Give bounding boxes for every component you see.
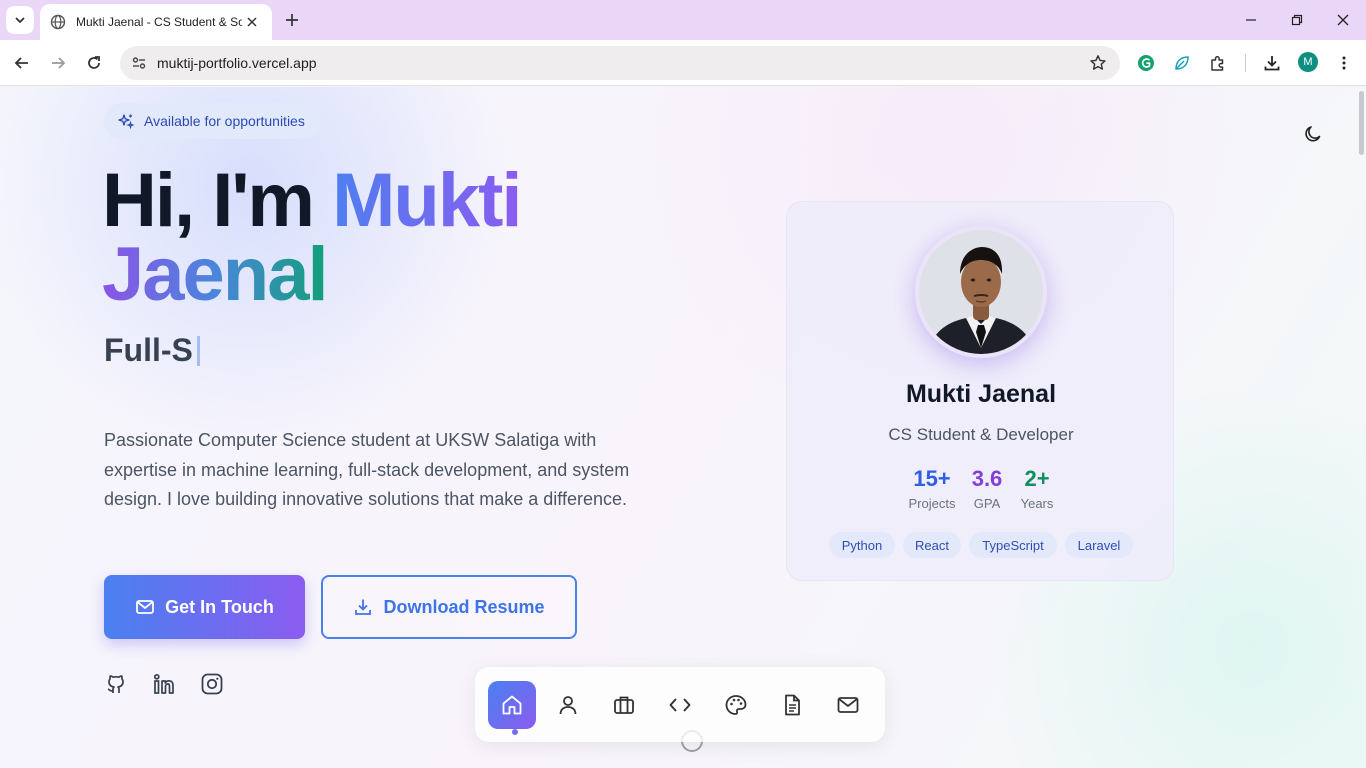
typing-caret — [196, 335, 200, 366]
site-info-icon[interactable] — [128, 52, 150, 74]
sparkles-icon — [118, 114, 134, 129]
profile-card: Mukti Jaenal CS Student & Developer 15+ … — [786, 201, 1174, 581]
extensions-puzzle-icon[interactable] — [1206, 51, 1230, 75]
card-role: CS Student & Developer — [888, 425, 1074, 444]
browser-toolbar: muktij-portfolio.vercel.app M — [0, 40, 1366, 86]
minimize-icon — [1246, 19, 1256, 21]
stat-label: Years — [1020, 496, 1054, 511]
github-link[interactable] — [103, 671, 129, 697]
bottom-nav-dock — [475, 667, 885, 742]
downloads-icon[interactable] — [1260, 51, 1284, 75]
get-in-touch-label: Get In Touch — [165, 596, 274, 617]
tab-title: Mukti Jaenal - CS Student & Software Dev… — [76, 15, 243, 29]
extension-leaf-icon[interactable] — [1170, 51, 1194, 75]
availability-text: Available for opportunities — [144, 113, 305, 129]
nav-home[interactable] — [488, 681, 536, 729]
reload-button[interactable] — [80, 49, 108, 77]
close-window-button[interactable] — [1320, 0, 1366, 40]
nav-projects[interactable] — [656, 681, 704, 729]
download-icon — [355, 599, 372, 615]
tab-search-button[interactable] — [6, 6, 34, 34]
hero-first-name: Mukti — [332, 158, 522, 243]
nav-contact[interactable] — [824, 681, 872, 729]
close-tab-icon[interactable] — [242, 12, 262, 32]
address-bar[interactable]: muktij-portfolio.vercel.app — [120, 46, 1120, 80]
arrow-left-icon — [14, 57, 28, 69]
download-resume-label: Download Resume — [383, 596, 545, 617]
globe-icon — [50, 14, 66, 30]
theme-toggle-button[interactable] — [1297, 118, 1329, 150]
mail-icon — [837, 697, 859, 713]
nav-resume[interactable] — [768, 681, 816, 729]
stat-value: 3.6 — [971, 466, 1003, 491]
hero-greeting: Hi, I'm — [102, 158, 315, 243]
restore-icon — [1291, 14, 1303, 26]
github-icon — [107, 675, 124, 693]
instagram-icon — [201, 673, 223, 695]
arrow-right-icon — [52, 57, 66, 69]
chevron-down-icon — [15, 17, 25, 24]
linkedin-icon — [153, 673, 174, 694]
stat-value: 15+ — [913, 466, 951, 491]
typed-role-text: Full-S — [104, 332, 193, 368]
stat-value: 2+ — [1024, 466, 1050, 491]
toolbar-separator — [1245, 54, 1246, 72]
linkedin-link[interactable] — [151, 671, 177, 697]
page-scrollbar[interactable] — [1359, 91, 1364, 155]
availability-badge: Available for opportunities — [104, 103, 321, 139]
document-icon — [785, 694, 800, 716]
code-icon — [669, 698, 691, 712]
active-tab[interactable]: Mukti Jaenal - CS Student & Software Dev… — [40, 4, 272, 40]
hero-last-name: Jaenal — [102, 232, 329, 317]
get-in-touch-button[interactable]: Get In Touch — [104, 575, 305, 639]
card-name: Mukti Jaenal — [905, 380, 1057, 408]
grammarly-extension-icon[interactable] — [1134, 51, 1158, 75]
nav-design[interactable] — [712, 681, 760, 729]
palette-icon — [725, 695, 747, 715]
skill-chip: React — [903, 532, 961, 558]
stat-label: Projects — [908, 496, 956, 511]
back-button[interactable] — [8, 49, 36, 77]
profile-photo-frame — [915, 226, 1047, 358]
user-icon — [559, 696, 577, 715]
minimize-button[interactable] — [1228, 0, 1274, 40]
nav-experience[interactable] — [600, 681, 648, 729]
profile-photo — [919, 230, 1043, 354]
download-resume-button[interactable]: Download Resume — [321, 575, 577, 639]
new-tab-button[interactable] — [280, 8, 304, 32]
bookmark-star-icon[interactable] — [1088, 53, 1108, 73]
active-indicator-dot — [512, 729, 518, 735]
reload-icon — [88, 56, 100, 69]
briefcase-icon — [614, 696, 634, 714]
close-icon — [1337, 14, 1349, 26]
nav-about[interactable] — [544, 681, 592, 729]
page-viewport: Available for opportunities Hi, I'm Mukt… — [0, 87, 1366, 768]
stat-gpa: 3.6 GPA — [967, 466, 1007, 511]
typed-role: Full-S — [104, 332, 200, 369]
stat-years: 2+ Years — [1015, 466, 1059, 511]
moon-icon — [1305, 126, 1321, 142]
forward-button[interactable] — [44, 49, 72, 77]
skill-chip: TypeScript — [969, 532, 1057, 558]
mail-icon — [136, 600, 155, 614]
url-text: muktij-portfolio.vercel.app — [157, 55, 317, 71]
profile-avatar[interactable]: M — [1298, 52, 1318, 72]
browser-tab-strip: Mukti Jaenal - CS Student & Software Dev… — [0, 0, 1366, 40]
instagram-link[interactable] — [199, 671, 225, 697]
restore-button[interactable] — [1274, 0, 1320, 40]
stat-projects: 15+ Projects — [901, 466, 963, 511]
hero-bio: Passionate Computer Science student at U… — [104, 430, 630, 509]
home-icon — [502, 695, 522, 715]
skill-chip: Python — [829, 532, 895, 558]
browser-menu-icon[interactable] — [1332, 51, 1356, 75]
plus-icon — [286, 14, 298, 26]
skill-chip: Laravel — [1065, 532, 1133, 558]
hero-heading: Hi, I'm Mukti — [102, 158, 523, 243]
stat-label: GPA — [973, 496, 1001, 511]
